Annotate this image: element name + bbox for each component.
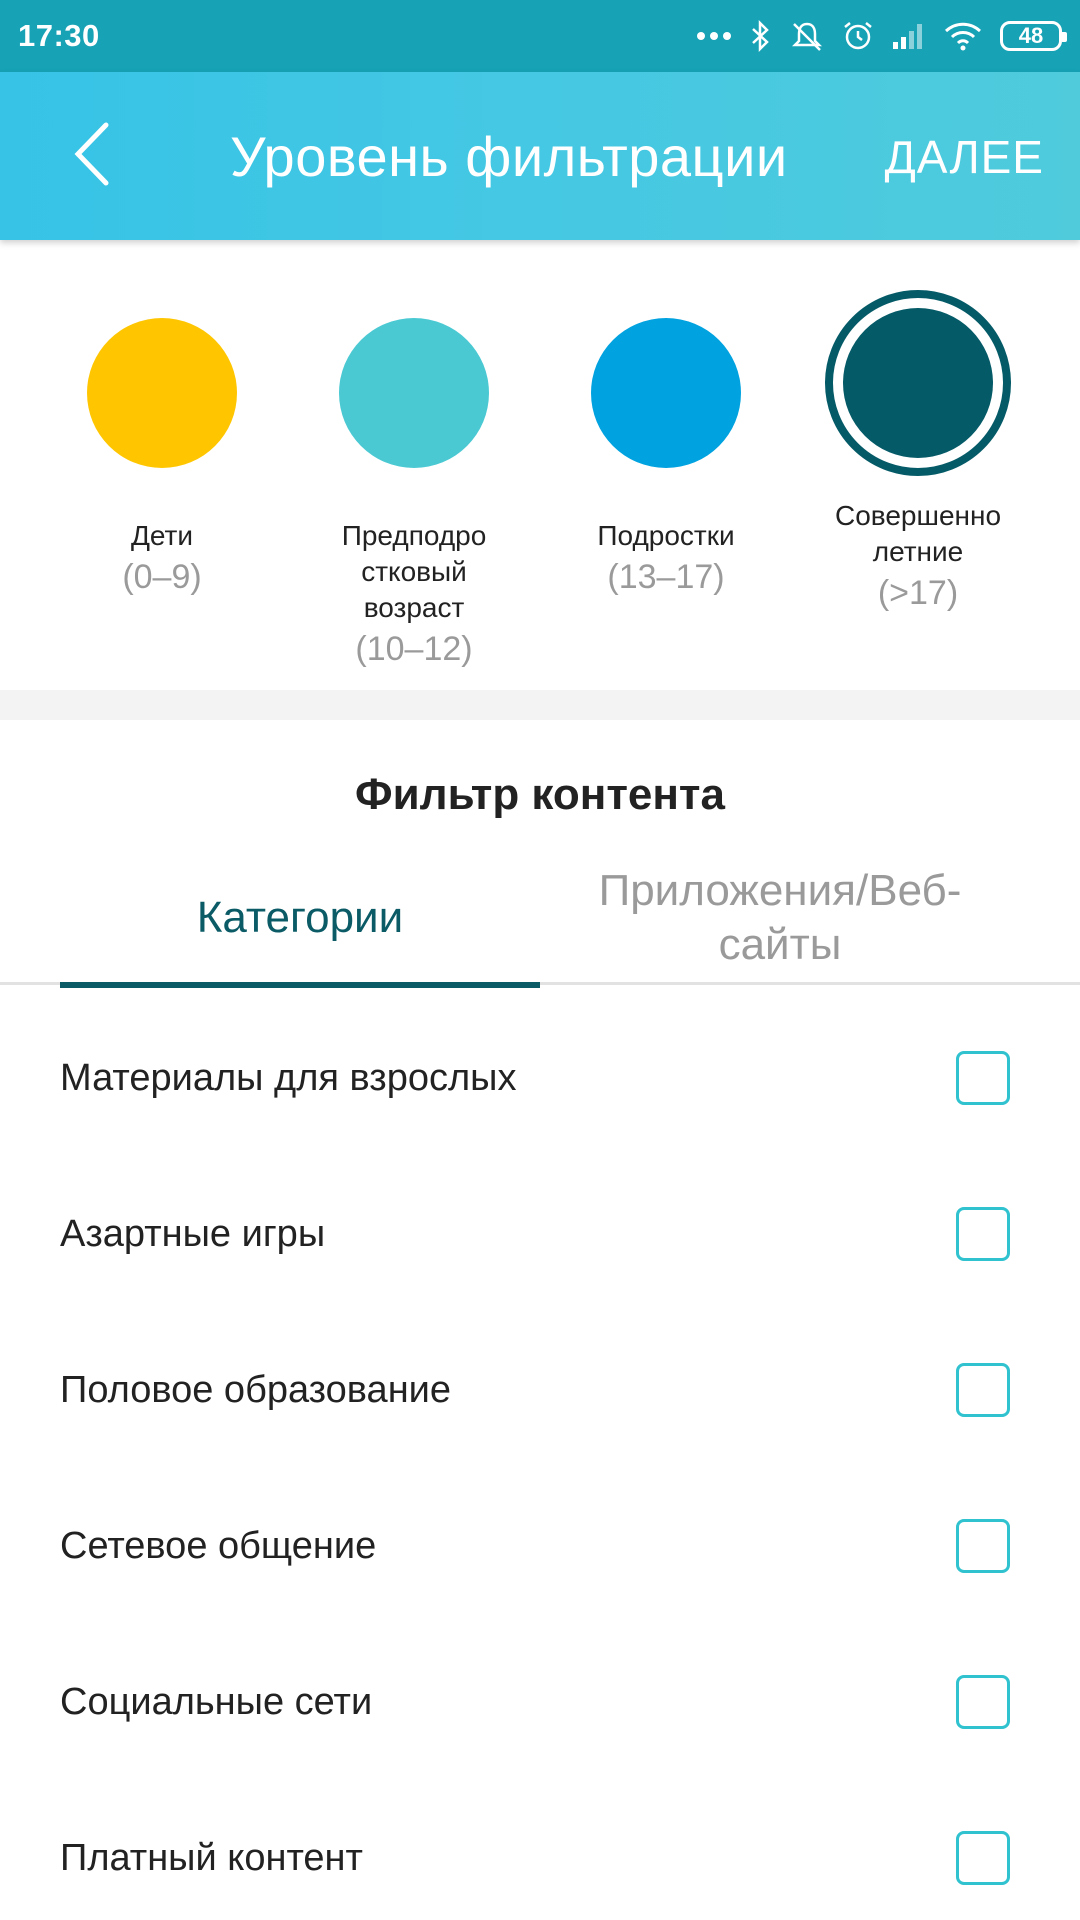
category-checkbox[interactable] (956, 1831, 1010, 1885)
active-tab-indicator (60, 982, 540, 988)
list-item[interactable]: Платный контент (0, 1780, 1080, 1920)
page-title: Уровень фильтрации (230, 125, 788, 188)
list-item[interactable]: Половое образование (0, 1312, 1080, 1468)
category-list: Материалы для взрослых Азартные игры Пол… (0, 1000, 1080, 1920)
category-label: Азартные игры (60, 1212, 326, 1255)
level-range: (13–17) (607, 558, 725, 596)
back-button[interactable] (52, 116, 132, 196)
level-name: Совершенно летние (834, 500, 1002, 567)
age-level-selector: Дети (0–9) Предподро стковый возраст (10… (0, 240, 1080, 690)
level-adult-circle (843, 308, 993, 458)
level-range: (>17) (877, 574, 959, 612)
level-children-circle (87, 318, 237, 468)
category-label: Сетевое общение (60, 1524, 377, 1567)
category-checkbox[interactable] (956, 1363, 1010, 1417)
signal-icon (892, 22, 926, 50)
level-name: Подростки (597, 520, 735, 551)
category-label: Материалы для взрослых (60, 1056, 517, 1099)
category-label: Половое образование (60, 1368, 452, 1411)
tab-apps-label: Приложения/Веб- сайты (598, 865, 962, 969)
category-label: Социальные сети (60, 1680, 373, 1723)
chevron-left-icon (72, 121, 112, 192)
more-dots-icon (696, 30, 732, 42)
status-icons: 48 (696, 20, 1067, 52)
wifi-icon (944, 21, 982, 51)
level-children[interactable]: Дети (0–9) (47, 300, 277, 597)
content-filter-title: Фильтр контента (355, 770, 725, 819)
content-filter-tabs: Категории Приложения/Веб- сайты (0, 850, 1080, 988)
level-teen[interactable]: Подростки (13–17) (551, 300, 781, 597)
category-label: Платный контент (60, 1836, 363, 1879)
mute-icon (790, 20, 824, 52)
section-divider (0, 690, 1080, 720)
level-name: Дети (130, 520, 194, 551)
level-preteen[interactable]: Предподро стковый возраст (10–12) (299, 300, 529, 669)
list-item[interactable]: Социальные сети (0, 1624, 1080, 1780)
level-name: Предподро стковый возраст (341, 520, 487, 623)
level-teen-circle (591, 318, 741, 468)
list-item[interactable]: Азартные игры (0, 1156, 1080, 1312)
category-checkbox[interactable] (956, 1675, 1010, 1729)
battery-icon: 48 (1000, 21, 1067, 51)
level-range: (0–9) (122, 558, 202, 596)
category-checkbox[interactable] (956, 1519, 1010, 1573)
status-bar: 17:30 48 (0, 0, 1080, 72)
alarm-icon (842, 20, 874, 52)
level-adult[interactable]: Совершенно летние (>17) (803, 290, 1033, 613)
category-checkbox[interactable] (956, 1051, 1010, 1105)
next-button[interactable]: ДАЛЕЕ (885, 130, 1044, 184)
list-item[interactable]: Материалы для взрослых (0, 1000, 1080, 1156)
list-item[interactable]: Сетевое общение (0, 1468, 1080, 1624)
battery-level: 48 (1018, 23, 1044, 48)
bluetooth-icon (750, 20, 772, 52)
tab-categories[interactable]: Категории (60, 850, 540, 988)
selected-ring (825, 290, 1011, 476)
category-checkbox[interactable] (956, 1207, 1010, 1261)
level-range: (10–12) (355, 630, 473, 668)
level-preteen-circle (339, 318, 489, 468)
tab-apps-websites[interactable]: Приложения/Веб- сайты (560, 850, 1000, 985)
tab-categories-label: Категории (196, 892, 404, 942)
status-time: 17:30 (18, 18, 100, 53)
app-bar: Уровень фильтрации ДАЛЕЕ (0, 72, 1080, 240)
